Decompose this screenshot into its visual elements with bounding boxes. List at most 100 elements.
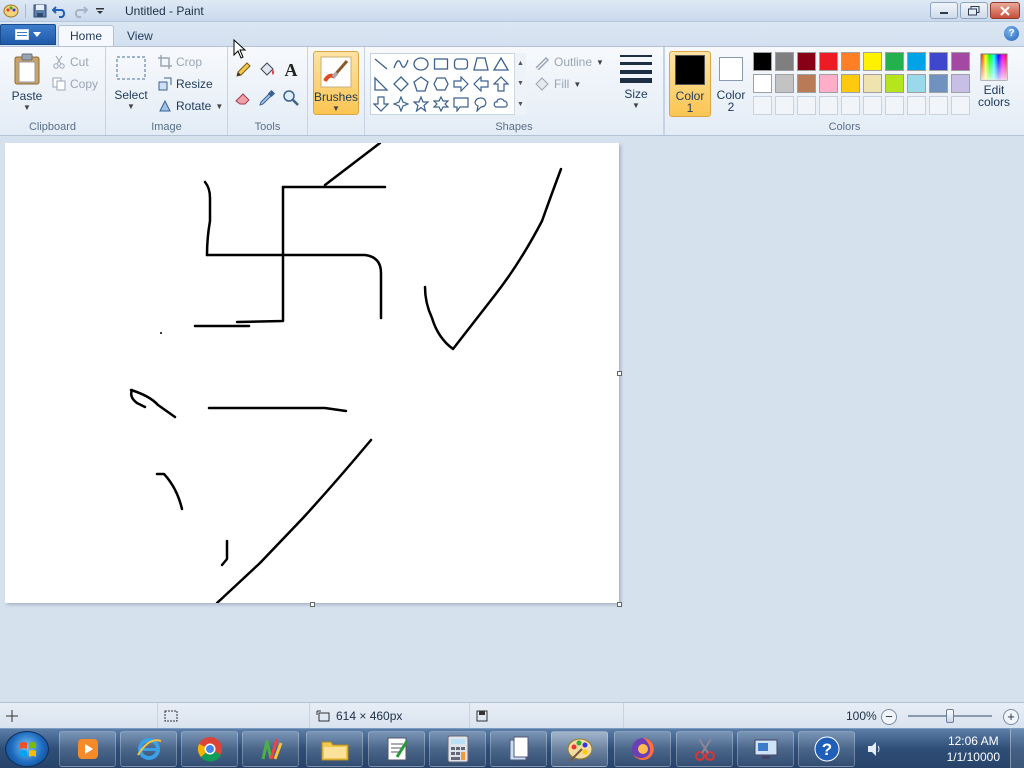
oval-shape[interactable] <box>411 54 431 74</box>
custom-color-slot[interactable] <box>863 96 882 115</box>
close-button[interactable] <box>990 2 1020 19</box>
paint-menu-button[interactable] <box>0 24 56 45</box>
size-dropdown-icon[interactable]: ▼ <box>632 101 640 110</box>
copy-button[interactable]: Copy <box>52 74 98 94</box>
taskbar-paint[interactable] <box>551 731 608 767</box>
oval-callout-shape[interactable] <box>471 94 491 114</box>
up-arrow-shape[interactable] <box>491 74 511 94</box>
palette-swatch[interactable] <box>775 52 794 71</box>
taskbar-paint-tools[interactable] <box>242 731 299 767</box>
rect-callout-shape[interactable] <box>451 94 471 114</box>
system-clock[interactable]: 12:06 AM 1/1/10000 <box>947 733 1000 765</box>
triangle-shape[interactable] <box>491 54 511 74</box>
resize-button[interactable]: Resize <box>158 74 213 94</box>
palette-swatch[interactable] <box>907 52 926 71</box>
curve-shape[interactable] <box>391 54 411 74</box>
volume-icon[interactable] <box>866 740 884 761</box>
color1-button[interactable]: Color 1 <box>669 51 711 117</box>
show-desktop-button[interactable] <box>1010 729 1024 768</box>
select-dropdown-icon[interactable]: ▼ <box>127 102 135 111</box>
palette-swatch[interactable] <box>929 52 948 71</box>
save-icon[interactable] <box>31 2 49 20</box>
resize-handle-corner[interactable] <box>617 602 622 607</box>
custom-color-slot[interactable] <box>907 96 926 115</box>
palette-swatch[interactable] <box>885 74 904 93</box>
color2-button[interactable]: Color 2 <box>712 51 750 117</box>
six-point-star-shape[interactable] <box>431 94 451 114</box>
palette-swatch[interactable] <box>907 74 926 93</box>
right-arrow-shape[interactable] <box>451 74 471 94</box>
custom-color-slot[interactable] <box>775 96 794 115</box>
custom-color-slot[interactable] <box>797 96 816 115</box>
size-button[interactable]: Size ▼ <box>617 53 655 110</box>
fill-dropdown-icon[interactable]: ▼ <box>573 80 581 89</box>
outline-dropdown-icon[interactable]: ▼ <box>596 58 604 67</box>
polygon-shape[interactable] <box>471 54 491 74</box>
palette-swatch[interactable] <box>819 74 838 93</box>
palette-swatch[interactable] <box>797 52 816 71</box>
palette-swatch[interactable] <box>797 74 816 93</box>
taskbar-chrome[interactable] <box>181 731 238 767</box>
cut-button[interactable]: Cut <box>52 52 89 72</box>
start-button[interactable] <box>5 731 49 767</box>
customize-qat-icon[interactable] <box>91 2 109 20</box>
palette-swatch[interactable] <box>841 74 860 93</box>
right-triangle-shape[interactable] <box>371 74 391 94</box>
five-point-star-shape[interactable] <box>411 94 431 114</box>
palette-swatch[interactable] <box>841 52 860 71</box>
taskbar-files-app[interactable] <box>490 731 547 767</box>
down-arrow-shape[interactable] <box>371 94 391 114</box>
text-tool[interactable]: A <box>280 59 302 81</box>
four-point-star-shape[interactable] <box>391 94 411 114</box>
taskbar-internet-explorer[interactable] <box>120 731 177 767</box>
scroll-up-icon[interactable]: ▲ <box>517 60 524 67</box>
taskbar-firefox[interactable] <box>614 731 671 767</box>
custom-color-slot[interactable] <box>819 96 838 115</box>
redo-icon[interactable] <box>71 2 89 20</box>
gallery-expand-icon[interactable]: ▼ <box>517 101 524 108</box>
taskbar-calculator[interactable] <box>429 731 486 767</box>
fill-button[interactable]: Fill ▼ <box>534 74 581 94</box>
rotate-dropdown-icon[interactable]: ▼ <box>215 102 223 111</box>
taskbar-notepad-app[interactable] <box>368 731 425 767</box>
scroll-down-icon[interactable]: ▼ <box>517 80 524 87</box>
hexagon-shape[interactable] <box>431 74 451 94</box>
tab-home[interactable]: Home <box>58 25 115 46</box>
brushes-button[interactable]: Brushes ▼ <box>313 51 359 115</box>
palette-swatch[interactable] <box>775 74 794 93</box>
custom-color-slot[interactable] <box>929 96 948 115</box>
undo-icon[interactable] <box>51 2 69 20</box>
resize-handle-bottom[interactable] <box>310 602 315 607</box>
fill-tool[interactable] <box>256 59 278 81</box>
left-arrow-shape[interactable] <box>471 74 491 94</box>
edit-colors-button[interactable]: Edit colors <box>976 53 1012 108</box>
pentagon-shape[interactable] <box>411 74 431 94</box>
help-icon[interactable]: ? <box>1004 26 1019 41</box>
palette-swatch[interactable] <box>863 74 882 93</box>
shapes-gallery-scroll[interactable]: ▲ ▼ ▼ <box>514 53 526 115</box>
color-picker-tool[interactable] <box>256 87 278 109</box>
restore-button[interactable] <box>960 2 988 19</box>
tab-view[interactable]: View <box>116 25 164 46</box>
drawing-canvas[interactable] <box>5 143 619 603</box>
zoom-out-button[interactable]: − <box>881 709 897 725</box>
rectangle-shape[interactable] <box>431 54 451 74</box>
custom-color-slot[interactable] <box>951 96 970 115</box>
select-button[interactable]: Select ▼ <box>114 55 148 111</box>
eraser-tool[interactable] <box>232 87 254 109</box>
resize-handle-right[interactable] <box>617 371 622 376</box>
palette-swatch[interactable] <box>885 52 904 71</box>
custom-color-slot[interactable] <box>885 96 904 115</box>
taskbar-file-explorer[interactable] <box>306 731 363 767</box>
pencil-tool[interactable] <box>232 59 254 81</box>
rounded-rectangle-shape[interactable] <box>451 54 471 74</box>
taskbar-snipping-tool[interactable] <box>676 731 733 767</box>
palette-swatch[interactable] <box>863 52 882 71</box>
custom-color-slot[interactable] <box>753 96 772 115</box>
taskbar-help[interactable]: ? <box>798 731 855 767</box>
taskbar-media-player[interactable] <box>59 731 116 767</box>
zoom-in-button[interactable]: + <box>1003 709 1019 725</box>
paste-button[interactable]: Paste ▼ <box>10 53 44 112</box>
custom-color-slot[interactable] <box>841 96 860 115</box>
magnifier-tool[interactable] <box>280 87 302 109</box>
